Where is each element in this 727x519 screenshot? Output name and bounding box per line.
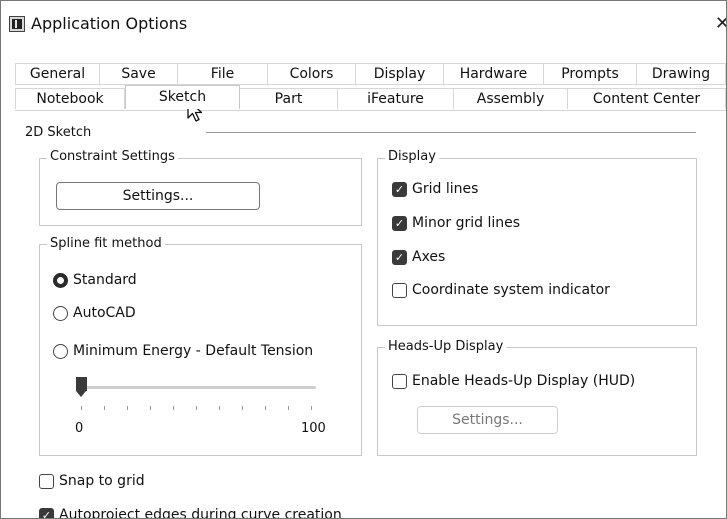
tab-content-center[interactable]: Content Center: [568, 88, 726, 109]
display-legend: Display: [385, 149, 439, 164]
constraint-settings-legend: Constraint Settings: [47, 149, 178, 164]
autoproject-edges-label: Autoproject edges during curve creation: [59, 507, 342, 519]
hud-settings-button[interactable]: Settings...: [417, 406, 558, 434]
slider-max-label: 100: [301, 421, 326, 436]
radio-unselected-icon: [53, 343, 68, 359]
section-2d-sketch: 2D Sketch: [25, 125, 92, 140]
tab-file[interactable]: File: [178, 63, 268, 84]
heads-up-display-legend: Heads-Up Display: [385, 339, 507, 354]
slider-tick: [150, 406, 151, 410]
tab-part[interactable]: Part: [240, 88, 338, 109]
slider-tick: [173, 406, 174, 410]
checkbox-grid-lines[interactable]: ✓ Grid lines: [392, 181, 478, 197]
unchecked-box-icon: [392, 282, 407, 298]
radio-autocad-label: AutoCAD: [73, 305, 136, 321]
tab-general[interactable]: General: [15, 63, 100, 84]
slider-min-label: 0: [75, 421, 84, 436]
tab-prompts[interactable]: Prompts: [544, 63, 637, 84]
slider-tick: [81, 406, 82, 410]
constraint-settings-button[interactable]: Settings...: [56, 182, 260, 210]
checkbox-coordinate-system-indicator[interactable]: Coordinate system indicator: [392, 282, 610, 298]
radio-autocad[interactable]: AutoCAD: [53, 305, 136, 321]
tab-notebook[interactable]: Notebook: [15, 88, 125, 109]
slider-tick: [219, 406, 220, 410]
tab-row-2: Notebook Sketch Part iFeature Assembly C…: [15, 85, 726, 110]
unchecked-box-icon: [392, 373, 407, 389]
check-icon: ✓: [392, 249, 407, 265]
spline-fit-method-legend: Spline fit method: [47, 236, 165, 251]
tab-colors[interactable]: Colors: [268, 63, 356, 84]
tab-assembly[interactable]: Assembly: [454, 88, 568, 109]
window-title: Application Options: [31, 14, 188, 33]
close-icon[interactable]: ✕: [715, 13, 726, 34]
tension-slider-track[interactable]: [81, 386, 316, 389]
slider-tick: [265, 406, 266, 410]
snap-to-grid-label: Snap to grid: [59, 473, 145, 489]
title-bar: Application Options ✕: [1, 1, 726, 47]
checkbox-snap-to-grid[interactable]: Snap to grid: [39, 473, 145, 489]
radio-standard[interactable]: Standard: [53, 272, 137, 288]
radio-unselected-icon: [53, 305, 68, 321]
enable-hud-label: Enable Heads-Up Display (HUD): [412, 373, 636, 389]
tab-row-divider: [15, 84, 726, 85]
check-icon: ✓: [392, 181, 407, 197]
slider-tick: [288, 406, 289, 410]
slider-tick: [196, 406, 197, 410]
slider-tick: [127, 406, 128, 410]
tab-display[interactable]: Display: [356, 63, 444, 84]
tab-row-1: General Save File Colors Display Hardwar…: [15, 63, 726, 85]
tab-content-top-border: [15, 110, 726, 111]
tab-hardware[interactable]: Hardware: [444, 63, 544, 84]
check-icon: ✓: [39, 507, 54, 518]
radio-selected-icon: [53, 272, 68, 288]
heads-up-display-group: [377, 347, 697, 456]
grid-lines-label: Grid lines: [412, 181, 479, 197]
coordinate-system-indicator-label: Coordinate system indicator: [412, 282, 610, 298]
checkbox-minor-grid-lines[interactable]: ✓ Minor grid lines: [392, 215, 520, 231]
slider-tick: [242, 406, 243, 410]
tab-ifeature[interactable]: iFeature: [338, 88, 454, 109]
app-icon-bar: [12, 19, 22, 29]
radio-standard-label: Standard: [73, 272, 137, 288]
minor-grid-lines-label: Minor grid lines: [412, 215, 521, 231]
tab-drawing[interactable]: Drawing: [637, 63, 726, 84]
tension-slider-thumb[interactable]: [76, 377, 87, 399]
section-divider: [206, 132, 696, 133]
radio-minimum-energy[interactable]: Minimum Energy - Default Tension: [53, 343, 313, 359]
application-options-window: Application Options ✕ General Save File …: [0, 0, 727, 519]
tab-sketch[interactable]: Sketch: [125, 85, 240, 109]
app-icon-glyph: [15, 20, 17, 28]
unchecked-box-icon: [39, 473, 54, 489]
app-icon: [9, 16, 25, 32]
axes-label: Axes: [412, 249, 446, 265]
checkbox-enable-hud[interactable]: Enable Heads-Up Display (HUD): [392, 373, 635, 389]
slider-tick: [311, 406, 312, 410]
tab-save[interactable]: Save: [100, 63, 178, 84]
check-icon: ✓: [392, 215, 407, 231]
checkbox-axes[interactable]: ✓ Axes: [392, 249, 445, 265]
checkbox-autoproject-edges[interactable]: ✓ Autoproject edges during curve creatio…: [39, 507, 342, 519]
slider-tick: [104, 406, 105, 410]
radio-minimum-energy-label: Minimum Energy - Default Tension: [73, 343, 314, 359]
